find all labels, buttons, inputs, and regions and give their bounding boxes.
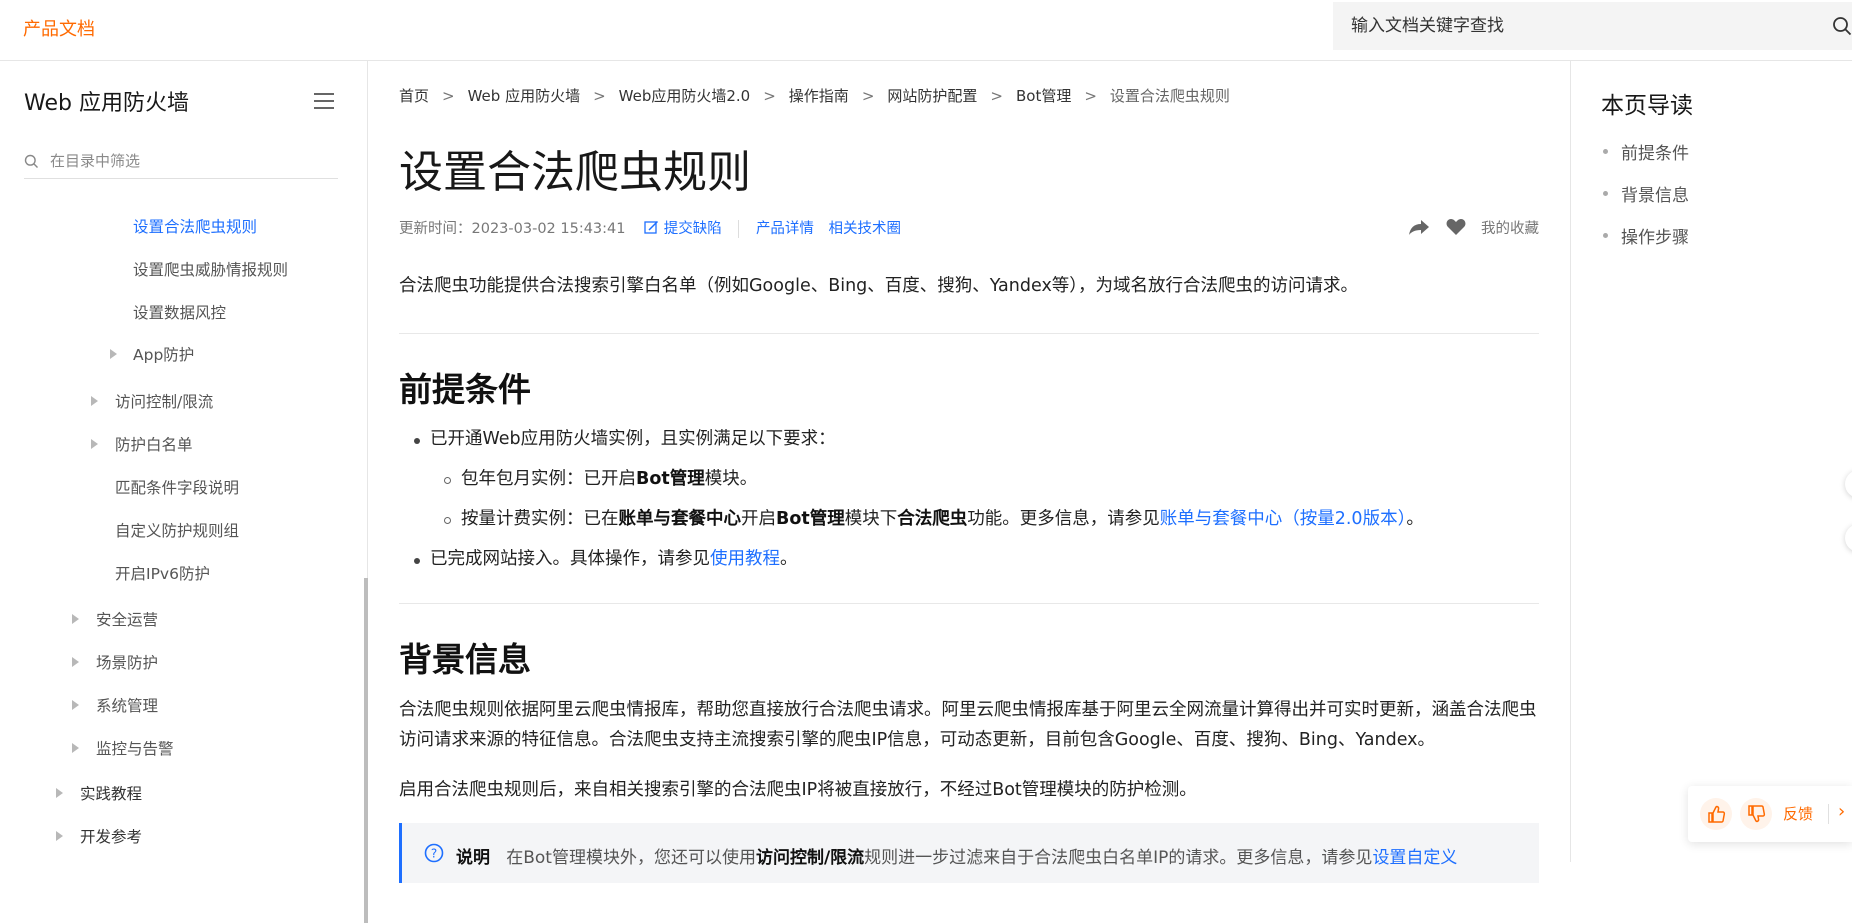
sidebar-filter <box>24 145 338 179</box>
feedback-button[interactable]: 反馈 <box>1783 803 1813 824</box>
product-detail-link[interactable]: 产品详情 <box>756 221 814 237</box>
doc-meta: 更新时间：2023-03-02 15:43:41 提交缺陷 产品详情 相关技术圈… <box>399 217 1539 241</box>
sidebar-scrollbar[interactable] <box>364 578 368 923</box>
expand-caret-icon[interactable] <box>91 439 98 449</box>
sidebar-filter-input[interactable] <box>50 145 330 177</box>
doc-search <box>1333 2 1852 50</box>
background-para-2: 启用合法爬虫规则后，来自相关搜索引擎的合法爬虫IP将被直接放行，不经过Bot管理… <box>399 780 1197 800</box>
doc-search-input[interactable] <box>1351 2 1781 50</box>
sidebar-item-match-fields[interactable]: 匹配条件字段说明 <box>115 476 239 498</box>
sidebar-item-practice[interactable]: 实践教程 <box>80 782 142 804</box>
expand-caret-icon[interactable] <box>110 349 117 359</box>
toc-item-prereq[interactable]: 前提条件 <box>1621 139 1689 164</box>
billing-center-link[interactable]: 账单与套餐中心（按量2.0版本） <box>1160 509 1407 529</box>
divider <box>399 603 1539 604</box>
sidebar-item-app-protection[interactable]: App防护 <box>133 343 194 365</box>
expand-caret-icon[interactable] <box>56 788 63 798</box>
filter-search-icon <box>24 154 38 168</box>
sub-bullet <box>444 517 451 524</box>
expand-caret-icon[interactable] <box>56 831 63 841</box>
custom-rule-link[interactable]: 设置自定义 <box>1372 848 1457 868</box>
report-issue-link[interactable]: 提交缺陷 <box>664 221 722 237</box>
update-time: 更新时间：2023-03-02 15:43:41 <box>399 221 626 237</box>
thumbs-up-icon <box>1708 805 1726 823</box>
sub-bullet <box>444 477 451 484</box>
sidebar-item-crawler-threat-intel[interactable]: 设置爬虫威胁情报规则 <box>133 258 288 280</box>
section-heading-background: 背景信息 <box>399 640 531 679</box>
sidebar-item-system[interactable]: 系统管理 <box>96 694 158 716</box>
collapse-arrow-icon[interactable]: › <box>1838 801 1845 822</box>
intro-text: 合法爬虫功能提供合法搜索引擎白名单（例如Google、Bing、百度、搜狗、Ya… <box>399 276 1359 296</box>
toc-bullet <box>1603 149 1608 154</box>
svg-text:?: ? <box>431 847 437 861</box>
breadcrumb-waf2[interactable]: Web应用防火墙2.0 <box>619 87 751 105</box>
thumbs-down-button[interactable] <box>1740 798 1772 830</box>
expand-caret-icon[interactable] <box>91 396 98 406</box>
sidebar: Web 应用防火墙 设置合法爬虫规则 设置爬虫威胁情报规则 设置数据风控 App… <box>0 61 368 923</box>
prereq-sub-item-1: 包年包月实例：已开启Bot管理模块。 <box>461 469 758 489</box>
page-title: 设置合法爬虫规则 <box>399 147 751 198</box>
thumbs-down-icon <box>1748 805 1766 823</box>
thumbs-up-button[interactable] <box>1700 798 1732 830</box>
prereq-item-1: 已开通Web应用防火墙实例，且实例满足以下要求： <box>430 429 836 449</box>
breadcrumb-current: 设置合法爬虫规则 <box>1109 87 1230 105</box>
bullet <box>414 438 420 444</box>
feedback-widget: 反馈 › <box>1688 786 1852 842</box>
toc-bullet <box>1603 233 1608 238</box>
heart-icon[interactable] <box>1446 218 1466 236</box>
sidebar-title: Web 应用防火墙 <box>24 91 189 116</box>
search-icon[interactable] <box>1832 16 1852 36</box>
breadcrumb-waf[interactable]: Web 应用防火墙 <box>468 87 580 105</box>
prereq-item-2: 已完成网站接入。具体操作，请参见使用教程。 <box>430 549 798 569</box>
top-bar: 产品文档 <box>0 0 1852 61</box>
note-box: ? 说明 在Bot管理模块外，您还可以使用访问控制/限流规则进一步过滤来自于合法… <box>399 823 1539 883</box>
breadcrumb-home[interactable]: 首页 <box>399 87 429 105</box>
sidebar-item-data-risk-control[interactable]: 设置数据风控 <box>133 301 226 323</box>
toc-title: 本页导读 <box>1601 93 1693 119</box>
sidebar-item-security-ops[interactable]: 安全运营 <box>96 608 158 630</box>
prereq-sub-item-2: 按量计费实例：已在账单与套餐中心开启Bot管理模块下合法爬虫功能。更多信息，请参… <box>461 509 1424 529</box>
sidebar-item-monitoring[interactable]: 监控与告警 <box>96 737 174 759</box>
share-icon[interactable] <box>1408 218 1430 236</box>
tutorial-link[interactable]: 使用教程 <box>710 549 780 569</box>
breadcrumb-site-protection[interactable]: 网站防护配置 <box>887 87 977 105</box>
section-heading-prereq: 前提条件 <box>399 370 531 409</box>
brand-link[interactable]: 产品文档 <box>23 15 95 41</box>
tech-community-link[interactable]: 相关技术圈 <box>829 221 902 237</box>
toc-item-background[interactable]: 背景信息 <box>1621 181 1689 206</box>
toc-item-steps[interactable]: 操作步骤 <box>1621 223 1689 248</box>
expand-caret-icon[interactable] <box>72 700 79 710</box>
note-text: 说明 在Bot管理模块外，您还可以使用访问控制/限流规则进一步过滤来自于合法爬虫… <box>456 848 1458 868</box>
breadcrumb-guide[interactable]: 操作指南 <box>789 87 849 105</box>
breadcrumb: 首页 > Web 应用防火墙 > Web应用防火墙2.0 > 操作指南 > 网站防护配置 > Bot… <box>399 87 1230 105</box>
sidebar-item-scenario[interactable]: 场景防护 <box>96 651 158 673</box>
meta-actions: 我的收藏 <box>1408 217 1539 238</box>
bullet <box>414 558 420 564</box>
sidebar-item-whitelist[interactable]: 防护白名单 <box>115 433 193 455</box>
favorite-label[interactable]: 我的收藏 <box>1481 221 1539 237</box>
expand-caret-icon[interactable] <box>72 743 79 753</box>
sidebar-item-legit-crawler[interactable]: 设置合法爬虫规则 <box>133 215 257 237</box>
expand-caret-icon[interactable] <box>72 614 79 624</box>
menu-icon[interactable] <box>312 91 336 111</box>
sidebar-item-dev-ref[interactable]: 开发参考 <box>80 825 142 847</box>
expand-caret-icon[interactable] <box>72 657 79 667</box>
sidebar-item-ipv6[interactable]: 开启IPv6防护 <box>115 562 210 584</box>
sidebar-item-access-control[interactable]: 访问控制/限流 <box>115 390 213 412</box>
page-toc: 本页导读 前提条件 背景信息 操作步骤 <box>1570 61 1852 862</box>
divider <box>399 333 1539 334</box>
background-para-1: 合法爬虫规则依据阿里云爬虫情报库，帮助您直接放行合法爬虫请求。阿里云爬虫情报库基… <box>399 700 1537 750</box>
sidebar-item-custom-rule-group[interactable]: 自定义防护规则组 <box>115 519 239 541</box>
toc-bullet <box>1603 191 1608 196</box>
edit-icon <box>644 220 659 234</box>
info-icon: ? <box>424 843 444 863</box>
breadcrumb-bot[interactable]: Bot管理 <box>1016 87 1071 105</box>
